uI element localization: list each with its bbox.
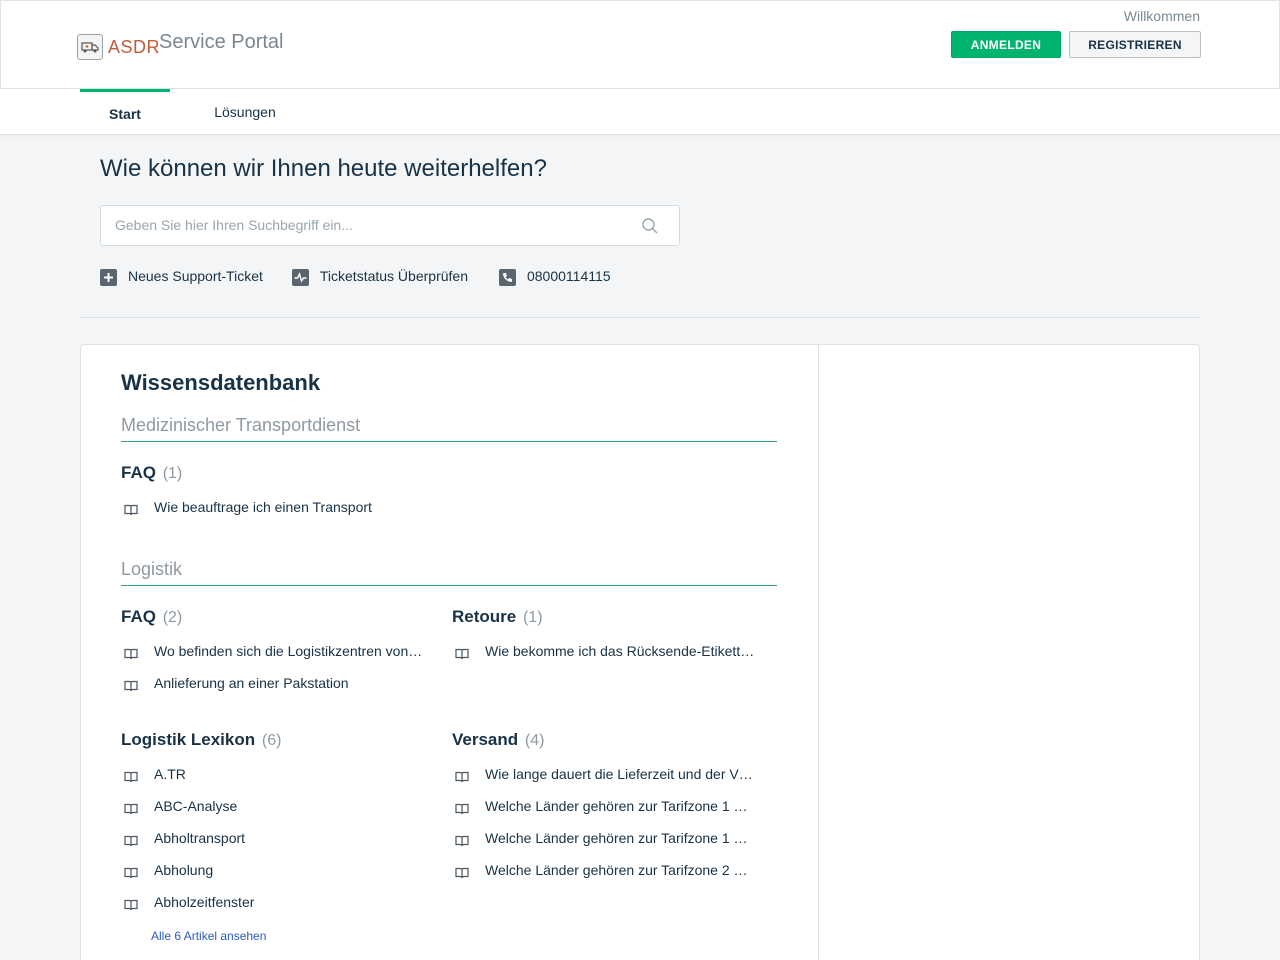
article-title: ABC-Analyse: [154, 798, 238, 814]
search-box: [100, 205, 680, 246]
article-link[interactable]: Anlieferung an einer Pakstation: [124, 675, 349, 692]
article-title: Anlieferung an einer Pakstation: [154, 675, 349, 691]
quick-links: Neues Support-Ticket Ticketstatus Überpr…: [100, 266, 611, 286]
article-title: Wie bekomme ich das Rücksende-Etikett…: [485, 643, 755, 659]
logo[interactable]: ASDR: [77, 34, 160, 60]
book-icon: [124, 898, 138, 911]
folder-name: FAQ: [121, 607, 156, 626]
folder-name: Retoure: [452, 607, 517, 626]
folder-heading[interactable]: FAQ (1): [121, 463, 182, 483]
book-icon: [124, 802, 138, 815]
folder-count: (1): [522, 609, 543, 626]
book-icon: [124, 770, 138, 783]
book-icon: [124, 834, 138, 847]
folder-heading[interactable]: Logistik Lexikon (6): [121, 730, 281, 750]
article-link[interactable]: Wie beauftrage ich einen Transport: [124, 499, 372, 516]
ticket-status-label: Ticketstatus Überprüfen: [319, 268, 468, 284]
book-icon: [124, 679, 138, 692]
article-title: Welche Länder gehören zur Tarifzone 1 …: [485, 798, 748, 814]
folder-name: Logistik Lexikon: [121, 730, 256, 749]
folder-heading[interactable]: Retoure (1): [452, 607, 543, 627]
login-button[interactable]: ANMELDEN: [951, 31, 1061, 58]
logo-text: ASDR: [108, 36, 161, 57]
phone-link[interactable]: 08000114115: [498, 266, 611, 286]
portal-name: Service Portal: [159, 31, 284, 53]
article-link[interactable]: ABC-Analyse: [124, 798, 238, 815]
knowledge-base-card: Wissensdatenbank Medizinischer Transport…: [80, 344, 1200, 960]
activity-icon: [291, 269, 309, 286]
kb-title: Wissensdatenbank: [121, 370, 321, 395]
site-header: ASDR Service Portal Willkommen ANMELDEN …: [0, 0, 1280, 89]
folder-heading[interactable]: FAQ (2): [121, 607, 182, 627]
article-link[interactable]: Wie lange dauert die Lieferzeit und der …: [455, 766, 753, 783]
article-title: Wie beauftrage ich einen Transport: [154, 499, 372, 515]
article-title: Welche Länder gehören zur Tarifzone 1 …: [485, 830, 748, 846]
folder-count: (1): [162, 465, 183, 482]
article-link[interactable]: Welche Länder gehören zur Tarifzone 1 …: [455, 798, 748, 815]
article-link[interactable]: Wie bekomme ich das Rücksende-Etikett…: [455, 643, 755, 660]
book-icon: [455, 834, 469, 847]
article-title: Wie lange dauert die Lieferzeit und der …: [485, 766, 753, 782]
sidebar-panel: [819, 345, 1199, 960]
search-input[interactable]: [115, 209, 635, 241]
folder-count: (6): [261, 732, 282, 749]
category-heading[interactable]: Logistik: [121, 559, 777, 586]
book-icon: [455, 866, 469, 879]
knowledge-base-panel: Wissensdatenbank Medizinischer Transport…: [81, 345, 819, 960]
article-link[interactable]: Welche Länder gehören zur Tarifzone 1 …: [455, 830, 748, 847]
page-title: Wie können wir Ihnen heute weiterhelfen?: [100, 155, 547, 182]
register-button[interactable]: REGISTRIEREN: [1069, 31, 1201, 58]
book-icon: [124, 503, 138, 516]
ticket-status-link[interactable]: Ticketstatus Überprüfen: [291, 266, 468, 286]
plus-icon: [100, 269, 117, 286]
new-ticket-link[interactable]: Neues Support-Ticket: [100, 266, 263, 286]
book-icon: [124, 647, 138, 660]
article-title: Welche Länder gehören zur Tarifzone 2 …: [485, 862, 748, 878]
article-title: Abholzeitfenster: [154, 894, 255, 910]
book-icon: [455, 802, 469, 815]
phone-icon: [498, 269, 516, 286]
see-all-articles-link[interactable]: Alle 6 Artikel ansehen: [151, 929, 266, 943]
folder-name: Versand: [452, 730, 519, 749]
phone-number: 08000114115: [526, 268, 611, 284]
book-icon: [455, 647, 469, 660]
divider: [80, 317, 1200, 318]
article-link[interactable]: Abholtransport: [124, 830, 246, 847]
tab-loesungen[interactable]: Lösungen: [200, 89, 290, 135]
search-icon[interactable]: [641, 217, 659, 240]
book-icon: [124, 866, 138, 879]
folder-count: (4): [524, 732, 545, 749]
folder-heading[interactable]: Versand (4): [452, 730, 544, 750]
book-icon: [455, 770, 469, 783]
article-title: Abholtransport: [154, 830, 246, 846]
article-link[interactable]: Abholung: [124, 862, 214, 879]
new-ticket-label: Neues Support-Ticket: [128, 268, 263, 284]
folder-name: FAQ: [121, 463, 156, 482]
article-title: Wo befinden sich die Logistikzentren von…: [154, 643, 423, 659]
article-link[interactable]: Wo befinden sich die Logistikzentren von…: [124, 643, 423, 660]
tab-start[interactable]: Start: [80, 89, 170, 135]
article-link[interactable]: Abholzeitfenster: [124, 894, 255, 911]
main-nav: Start Lösungen: [0, 89, 1280, 135]
ambulance-icon: [77, 34, 103, 60]
article-title: A.TR: [154, 766, 186, 782]
welcome-text: Willkommen: [1123, 8, 1200, 24]
category-heading[interactable]: Medizinischer Transportdienst: [121, 415, 777, 442]
article-link[interactable]: A.TR: [124, 766, 186, 783]
article-title: Abholung: [154, 862, 214, 878]
article-link[interactable]: Welche Länder gehören zur Tarifzone 2 …: [455, 862, 748, 879]
folder-count: (2): [162, 609, 183, 626]
